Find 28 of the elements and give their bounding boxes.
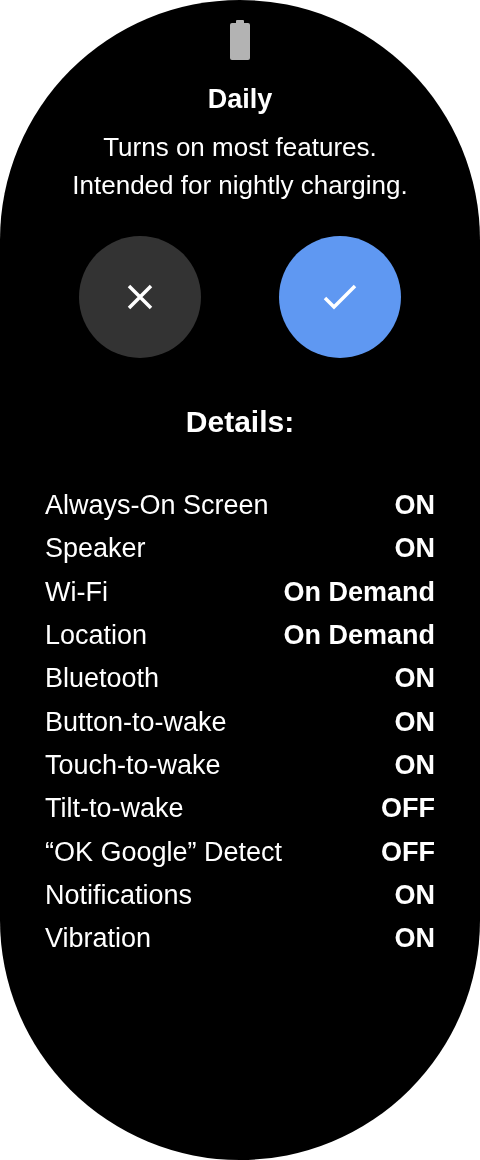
details-heading: Details: bbox=[185, 404, 295, 440]
setting-value: ON bbox=[394, 533, 435, 565]
setting-label: Button-to-wake bbox=[45, 706, 227, 738]
setting-label: Bluetooth bbox=[45, 663, 160, 695]
setting-value: ON bbox=[394, 879, 435, 911]
setting-label: Touch-to-wake bbox=[45, 749, 221, 781]
setting-label: Wi-Fi bbox=[45, 576, 108, 608]
mode-description: Turns on most features. Intended for nightly charging. bbox=[71, 131, 409, 202]
close-icon bbox=[127, 284, 153, 310]
setting-label: Location bbox=[45, 620, 148, 652]
battery-icon bbox=[230, 20, 250, 60]
setting-label: “OK Google” Detect bbox=[45, 836, 283, 868]
setting-value: ON bbox=[394, 749, 435, 781]
setting-value: OFF bbox=[381, 793, 435, 825]
setting-label: Speaker bbox=[45, 533, 146, 565]
setting-value: ON bbox=[394, 706, 435, 738]
setting-value: ON bbox=[394, 663, 435, 695]
setting-label: Vibration bbox=[45, 923, 152, 955]
setting-value: ON bbox=[394, 490, 435, 522]
setting-value: OFF bbox=[381, 836, 435, 868]
setting-label: Always-On Screen bbox=[45, 490, 269, 522]
setting-value: ON bbox=[394, 923, 435, 955]
mode-title: Daily bbox=[207, 83, 273, 116]
setting-value: On Demand bbox=[283, 620, 435, 652]
checkmark-icon bbox=[323, 284, 357, 310]
setting-label: Tilt-to-wake bbox=[45, 793, 184, 825]
setting-label: Notifications bbox=[45, 879, 193, 911]
setting-value: On Demand bbox=[283, 576, 435, 608]
